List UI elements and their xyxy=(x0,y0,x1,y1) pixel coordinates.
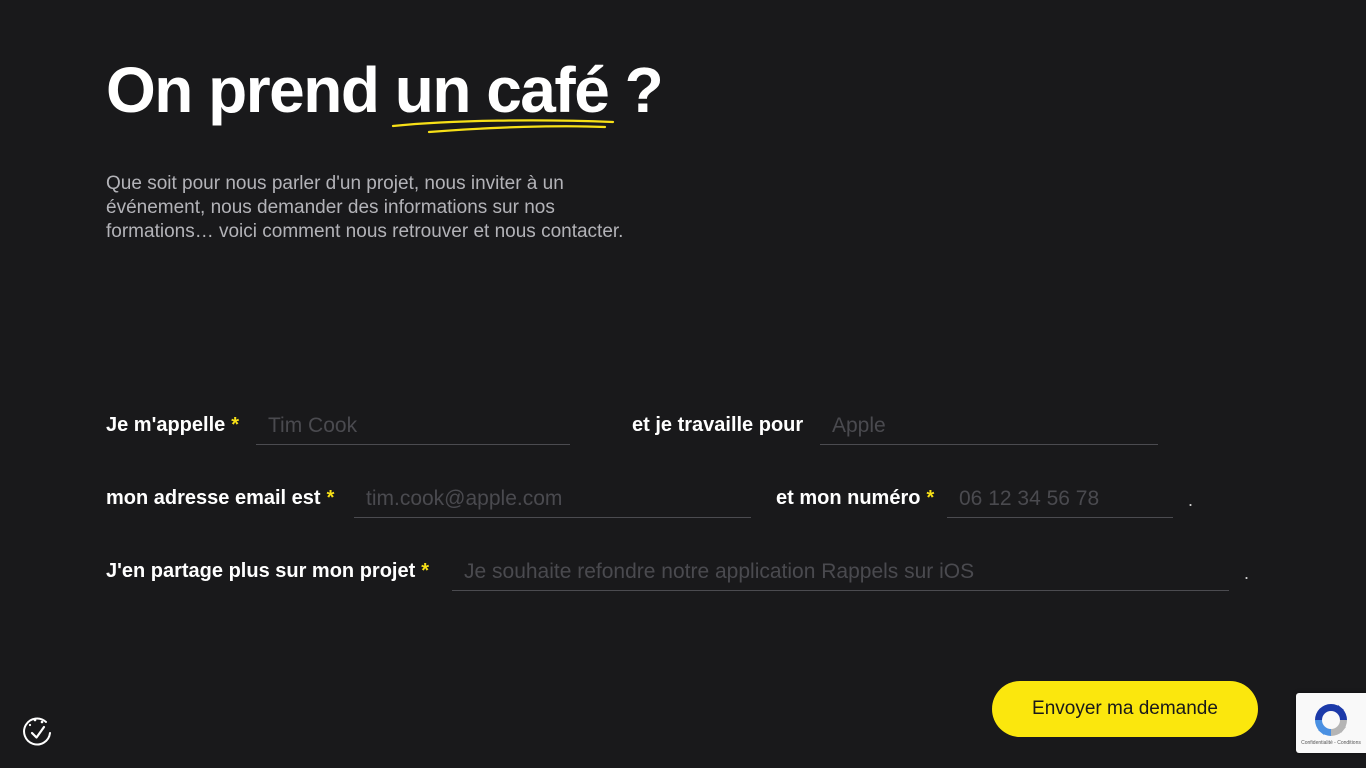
name-label: Je m'appelle * xyxy=(106,413,239,437)
title-highlight: un café xyxy=(391,52,614,134)
required-marker: * xyxy=(326,487,335,509)
project-input[interactable] xyxy=(452,553,1229,591)
email-label-text: mon adresse email est xyxy=(106,487,321,509)
email-label: mon adresse email est * xyxy=(106,486,334,510)
company-input[interactable] xyxy=(820,407,1158,445)
required-marker: * xyxy=(421,560,430,582)
submit-button-label: Envoyer ma demande xyxy=(1032,698,1218,719)
project-label-text: J'en partage plus sur mon projet xyxy=(106,560,416,582)
phone-label-text: et mon numéro xyxy=(776,487,921,509)
name-label-text: Je m'appelle xyxy=(106,414,226,436)
phone-label: et mon numéro * xyxy=(776,486,934,510)
cookie-settings-button[interactable] xyxy=(22,716,54,748)
phone-input[interactable] xyxy=(947,480,1173,518)
required-marker: * xyxy=(926,487,935,509)
name-input[interactable] xyxy=(256,407,570,445)
company-label: et je travaille pour xyxy=(632,413,803,437)
sentence-end-dot: . xyxy=(1188,490,1194,510)
recaptcha-badge[interactable]: Confidentialité - Conditions xyxy=(1296,693,1366,753)
required-marker: * xyxy=(231,414,240,436)
page-title: On prend un café ? xyxy=(106,52,664,134)
intro-text: Que soit pour nous parler d'un projet, n… xyxy=(106,173,624,242)
title-suffix: ? xyxy=(608,54,664,126)
submit-button[interactable]: Envoyer ma demande xyxy=(992,681,1258,737)
email-input[interactable] xyxy=(354,480,751,518)
recaptcha-links[interactable]: Confidentialité - Conditions xyxy=(1296,740,1366,746)
title-highlight-text: un café xyxy=(394,54,610,126)
company-label-text: et je travaille pour xyxy=(632,414,804,436)
recaptcha-logo-icon xyxy=(1315,704,1347,736)
sentence-end-dot: . xyxy=(1244,563,1250,583)
title-prefix: On prend xyxy=(106,54,395,126)
cookie-check-icon xyxy=(23,717,51,746)
contact-page: On prend un café ? Que soit pour nous pa… xyxy=(0,0,1366,768)
project-label: J'en partage plus sur mon projet * xyxy=(106,559,429,583)
scribble-underline-icon xyxy=(391,119,614,134)
